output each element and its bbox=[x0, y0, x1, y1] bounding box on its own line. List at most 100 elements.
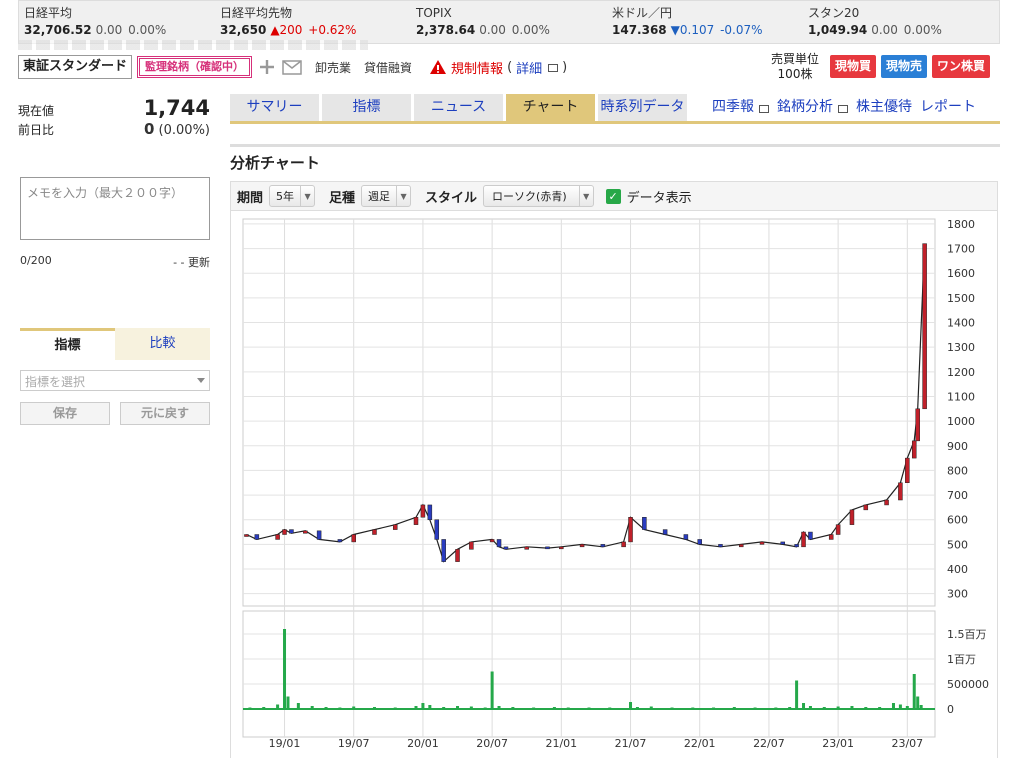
tab-link[interactable]: レポート bbox=[920, 94, 976, 121]
price-candle bbox=[662, 529, 668, 535]
stock-info-row: 東証スタンダード 監理銘柄（確認中） 卸売業 貸借融資 規制情報 ( 詳細 ) bbox=[18, 54, 567, 80]
price-candle bbox=[275, 534, 280, 540]
price-candle bbox=[524, 546, 529, 550]
regulation-detail-link[interactable]: 詳細 bbox=[516, 58, 542, 77]
price-candle bbox=[808, 531, 813, 540]
chevron-down-icon bbox=[197, 378, 205, 383]
ticker-value-row: 147.368 ▼0.107 -0.07% bbox=[612, 21, 798, 39]
save-button[interactable]: 保存 bbox=[20, 402, 110, 425]
y-tick-label: 600 bbox=[947, 514, 968, 527]
price-candle bbox=[441, 539, 446, 562]
change-row: 前日比 0 (0.00%) bbox=[18, 120, 210, 144]
main-tab[interactable]: 指標 bbox=[322, 94, 411, 121]
regulation-label[interactable]: 規制情報 bbox=[451, 58, 503, 77]
ticker-item[interactable]: TOPIX 2,378.64 0.00 0.00% bbox=[411, 1, 607, 43]
foot-label: 足種 bbox=[329, 190, 356, 206]
price-candle bbox=[469, 541, 474, 550]
ticker-pct: 0.00% bbox=[903, 23, 942, 37]
price-change: 0 (0.00%) bbox=[143, 120, 210, 138]
ticker-item[interactable]: 米ドル／円 147.368 ▼0.107 -0.07% bbox=[607, 1, 803, 43]
indicator-select[interactable]: 指標を選択 bbox=[20, 370, 210, 391]
change-label: 前日比 bbox=[18, 123, 55, 137]
price-label: 現在値 bbox=[18, 104, 55, 118]
ticker-item[interactable]: 日経平均先物 32,650 ▲200 +0.62% bbox=[215, 1, 411, 43]
tab-link[interactable]: 銘柄分析 bbox=[777, 94, 848, 121]
data-display-checkbox[interactable]: ✓ bbox=[605, 188, 621, 204]
reset-button[interactable]: 元に戻す bbox=[120, 402, 210, 425]
industry-link[interactable]: 卸売業 bbox=[315, 59, 351, 76]
current-price: 1,744 bbox=[143, 96, 210, 120]
price-candle bbox=[621, 541, 626, 548]
ticker-item[interactable]: 日経平均 32,706.52 0.00 0.00% bbox=[19, 1, 215, 43]
volume-bar bbox=[283, 629, 287, 709]
main-tab[interactable]: 時系列データ bbox=[598, 94, 687, 121]
price-candle bbox=[905, 457, 910, 484]
ticker-item[interactable]: スタン20 1,049.94 0.00 0.00% bbox=[803, 1, 999, 43]
price-candle bbox=[337, 539, 343, 543]
plus-icon[interactable] bbox=[257, 57, 277, 77]
x-tick-label: 21/07 bbox=[615, 737, 647, 750]
main-tab[interactable]: サマリー bbox=[230, 94, 319, 121]
x-tick-label: 23/07 bbox=[891, 737, 923, 750]
ticker-value-row: 32,650 ▲200 +0.62% bbox=[220, 21, 406, 39]
price-candle bbox=[884, 499, 889, 506]
price-candle bbox=[559, 546, 564, 550]
left-panel: 現在値 1,744 前日比 0 (0.00%) メモを入力（最大２００字） 0/… bbox=[18, 96, 210, 425]
tab-link[interactable]: 四季報 bbox=[712, 94, 769, 121]
trade-button[interactable]: 現物買 bbox=[830, 55, 877, 78]
price-candle bbox=[718, 544, 723, 548]
main-tab[interactable]: チャート bbox=[506, 94, 595, 121]
price-candle bbox=[254, 534, 260, 540]
warning-badge[interactable]: 監理銘柄（確認中） bbox=[137, 56, 253, 78]
memo-footer: 0/200 - - 更新 bbox=[20, 254, 210, 270]
volume-bar bbox=[629, 702, 633, 709]
mail-icon[interactable] bbox=[282, 57, 302, 77]
price-candle bbox=[600, 544, 606, 548]
ticker-pct: 0.00% bbox=[511, 23, 550, 37]
price-candle bbox=[642, 517, 647, 530]
price-candle bbox=[372, 529, 377, 535]
unit-value: 100株 bbox=[777, 67, 813, 81]
volume-tick-label: 1百万 bbox=[947, 653, 976, 666]
main-tabs: サマリー 指標 ニュース チャート 時系列データ 四季報 銘柄分析 株主優待 レポート bbox=[230, 94, 1000, 124]
volume-tick-label: 500000 bbox=[947, 678, 989, 691]
price-candle bbox=[427, 504, 433, 520]
price-candle bbox=[282, 529, 287, 535]
y-tick-label: 800 bbox=[947, 464, 968, 477]
y-tick-label: 400 bbox=[947, 563, 968, 576]
ticker-value: 32,650 bbox=[220, 23, 267, 37]
price-candle bbox=[898, 482, 903, 501]
volume-bar bbox=[490, 671, 494, 709]
ticker-name: TOPIX bbox=[416, 6, 452, 20]
foot-select[interactable]: 週足 ▼ bbox=[361, 185, 412, 207]
style-select[interactable]: ローソク(赤青) ▼ bbox=[483, 185, 594, 207]
tab-compare[interactable]: 比較 bbox=[115, 328, 210, 360]
price-candle bbox=[911, 440, 917, 459]
data-display-label: データ表示 bbox=[626, 190, 692, 206]
ticker-value: 1,049.94 bbox=[808, 23, 868, 37]
trade-button[interactable]: 現物売 bbox=[881, 55, 928, 78]
price-candle bbox=[849, 509, 855, 525]
ticker-change: ▲200 bbox=[270, 23, 303, 37]
period-select[interactable]: 5年 ▼ bbox=[269, 185, 316, 207]
price-candle bbox=[545, 546, 550, 550]
tab-link[interactable]: 株主優待 bbox=[856, 94, 912, 121]
ticker-name: 米ドル／円 bbox=[612, 6, 673, 20]
y-tick-label: 1200 bbox=[947, 366, 975, 379]
margin-link[interactable]: 貸借融資 bbox=[364, 59, 412, 76]
price-chart: 19/01 19/07 20/01 20/07 21/01 21/07 22/01 22/07… bbox=[242, 218, 989, 750]
trade-button[interactable]: ワン株買 bbox=[932, 55, 991, 78]
tab-indicator[interactable]: 指標 bbox=[20, 328, 115, 360]
volume-panel-frame bbox=[242, 610, 936, 738]
x-tick-label: 19/07 bbox=[338, 737, 370, 750]
y-tick-label: 1400 bbox=[947, 317, 975, 330]
ticker-value: 32,706.52 bbox=[24, 23, 92, 37]
memo-input[interactable]: メモを入力（最大２００字） bbox=[20, 177, 210, 240]
x-tick-label: 22/01 bbox=[684, 737, 716, 750]
paren-open: ( bbox=[507, 59, 513, 75]
ticker-pct: +0.62% bbox=[308, 23, 357, 37]
y-tick-label: 1300 bbox=[947, 341, 975, 354]
indicator-buttons: 保存 元に戻す bbox=[20, 402, 210, 425]
main-tab[interactable]: ニュース bbox=[414, 94, 503, 121]
price-candle bbox=[244, 534, 249, 537]
